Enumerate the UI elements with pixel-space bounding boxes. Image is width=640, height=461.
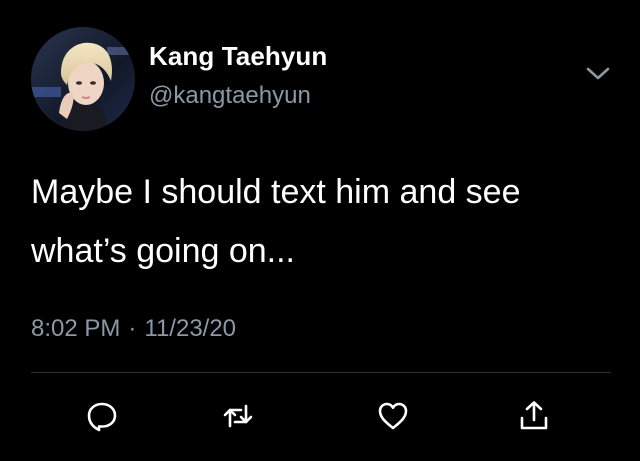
tweet-time: 8:02 PM <box>31 315 121 342</box>
reply-button[interactable] <box>78 392 126 440</box>
divider <box>31 372 611 373</box>
tweet-timestamp[interactable]: 8:02 PM · 11/23/20 <box>31 314 236 344</box>
timestamp-separator: · <box>128 315 137 342</box>
heart-icon <box>378 402 408 430</box>
share-icon <box>520 401 548 430</box>
retweet-button[interactable] <box>214 392 262 440</box>
tweet-date: 11/23/20 <box>144 315 237 342</box>
display-name[interactable]: Kang Taehyun <box>149 41 327 71</box>
tweet-text: Maybe I should text him and see what’s g… <box>31 173 521 270</box>
like-button[interactable] <box>369 392 417 440</box>
action-bar <box>0 392 640 440</box>
more-options-chevron-down-icon[interactable] <box>584 64 612 84</box>
tweet-card: Kang Taehyun @kangtaehyun Maybe I should… <box>0 0 640 461</box>
retweet-icon <box>223 404 253 428</box>
user-handle[interactable]: @kangtaehyun <box>149 82 311 110</box>
profile-photo-icon <box>31 27 135 131</box>
reply-icon <box>87 402 117 432</box>
avatar[interactable] <box>31 27 135 131</box>
share-button[interactable] <box>510 392 558 440</box>
